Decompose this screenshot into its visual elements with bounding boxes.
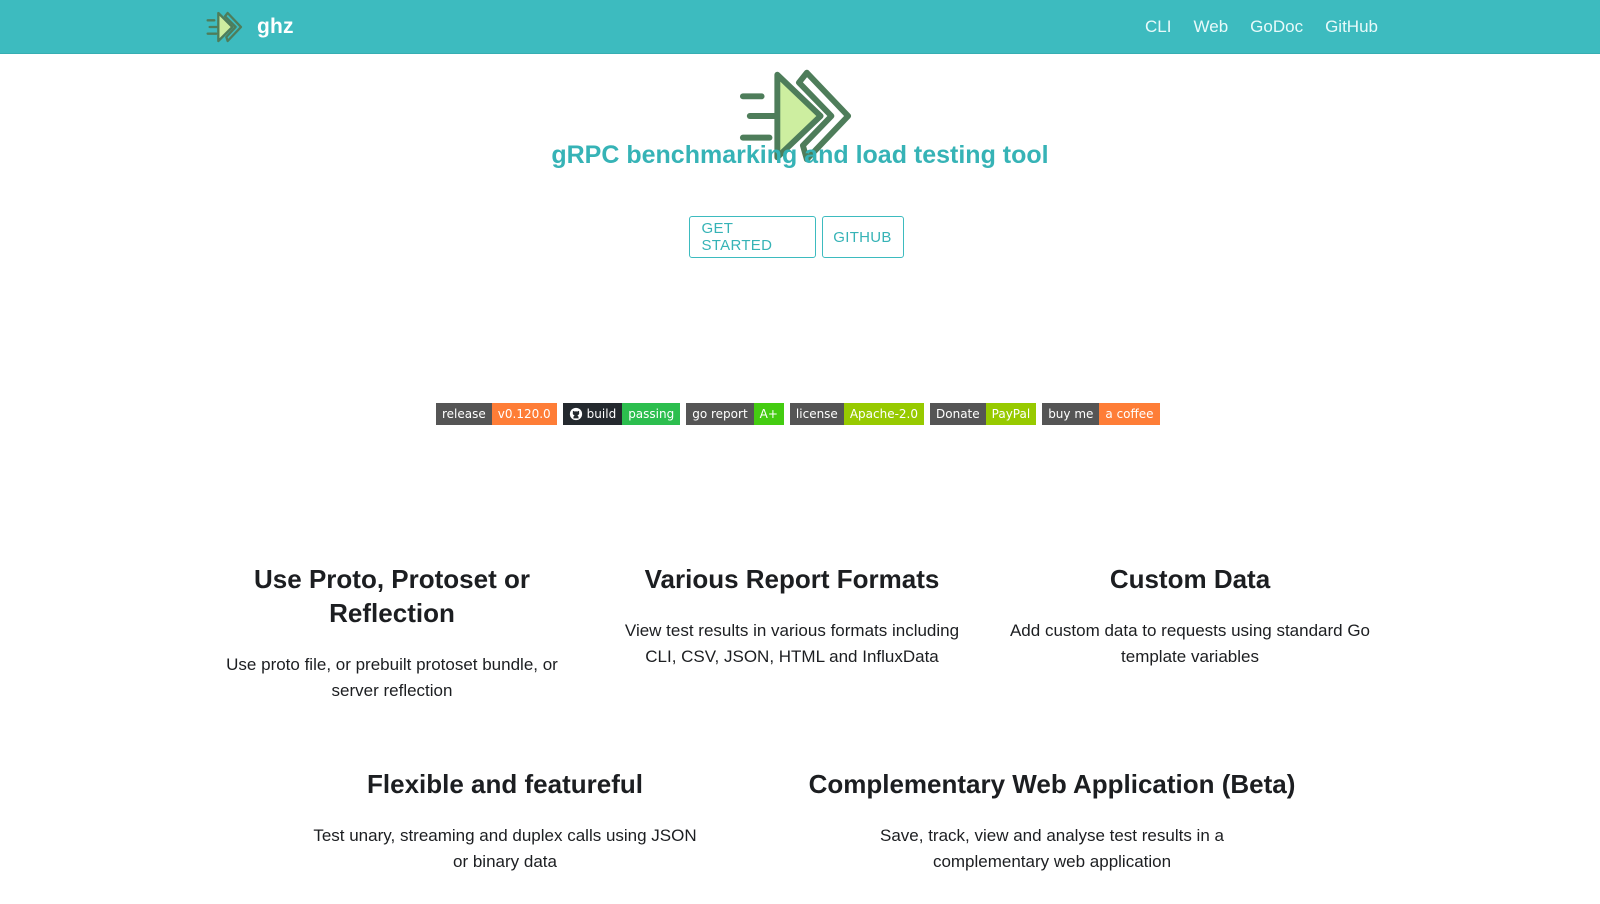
hero-tagline: gRPC benchmarking and load testing tool: [551, 141, 1049, 169]
go-report-badge[interactable]: go report A+: [686, 403, 784, 425]
nav-link-web[interactable]: Web: [1194, 17, 1229, 37]
badge-label: license: [789, 403, 844, 425]
ghz-logo-icon: [206, 11, 243, 43]
badge-label: release: [436, 403, 492, 425]
badge-label-text: build: [586, 407, 617, 421]
release-badge[interactable]: release v0.120.0: [436, 403, 557, 425]
nav-link-github[interactable]: GitHub: [1325, 17, 1378, 37]
github-button[interactable]: GITHUB: [821, 216, 904, 258]
buy-me-coffee-badge[interactable]: buy me a coffee: [1042, 403, 1160, 425]
badge-value: A+: [753, 403, 784, 425]
badge-value: passing: [622, 403, 681, 425]
badge-value: a coffee: [1099, 403, 1160, 425]
feature-title: Custom Data: [1109, 564, 1271, 594]
feature-proto: Use Proto, Protoset or Reflection Use pr…: [208, 562, 576, 704]
license-badge[interactable]: license Apache-2.0: [789, 403, 924, 425]
badge-value: PayPal: [985, 403, 1037, 425]
badge-value: Apache-2.0: [843, 403, 924, 425]
nav-link-godoc[interactable]: GoDoc: [1250, 17, 1303, 37]
get-started-button[interactable]: GET STARTED: [688, 216, 816, 258]
brand-link[interactable]: ghz: [205, 9, 294, 45]
github-icon: [569, 407, 582, 421]
nav-link-cli[interactable]: CLI: [1145, 17, 1171, 37]
badge-label: build: [562, 403, 623, 425]
badge-label: Donate: [930, 403, 986, 425]
badge-value: v0.120.0: [491, 403, 557, 425]
feature-title: Various Report Formats: [644, 564, 940, 594]
top-navbar: ghz CLI Web GoDoc GitHub: [0, 0, 1600, 54]
feature-text: View test results in various formats inc…: [624, 621, 960, 666]
feature-web-app: Complementary Web Application (Beta) Sav…: [809, 767, 1296, 875]
feature-flexible: Flexible and featureful Test unary, stre…: [305, 767, 705, 875]
feature-text: Add custom data to requests using standa…: [1009, 621, 1371, 666]
hero-buttons: GET STARTED GITHUB: [0, 216, 1600, 258]
brand-title: ghz: [257, 15, 294, 38]
nav-links: CLI Web GoDoc GitHub: [1123, 0, 1378, 54]
feature-title: Complementary Web Application (Beta): [808, 769, 1296, 799]
feature-text: Save, track, view and analyse test resul…: [880, 826, 1224, 871]
feature-text: Use proto file, or prebuilt protoset bun…: [226, 655, 558, 700]
badges-row: release v0.120.0 build passing go report…: [436, 403, 1166, 425]
badge-label: buy me: [1042, 403, 1100, 425]
build-badge[interactable]: build passing: [562, 403, 681, 425]
donate-badge[interactable]: Donate PayPal: [930, 403, 1037, 425]
feature-title: Use Proto, Protoset or Reflection: [254, 564, 530, 628]
badge-label: go report: [686, 403, 754, 425]
feature-report-formats: Various Report Formats View test results…: [608, 562, 976, 670]
feature-title: Flexible and featureful: [367, 769, 643, 799]
feature-text: Test unary, streaming and duplex calls u…: [313, 826, 697, 871]
feature-custom-data: Custom Data Add custom data to requests …: [1006, 562, 1374, 670]
